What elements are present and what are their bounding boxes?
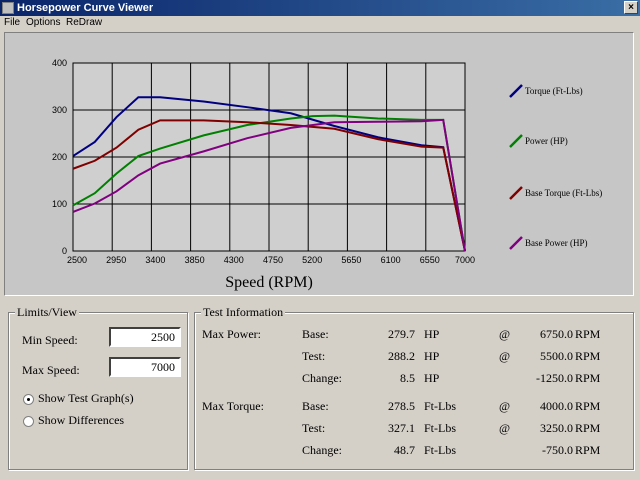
limits-view-title: Limits/View [15,305,79,320]
y-tick-label: 400 [52,58,67,68]
legend-swatch [509,186,523,200]
legend-swatch [509,84,523,98]
test-information-group: Test Information Max Power: Max Torque: … [194,305,634,470]
info-row-unit: Ft-Lbs [424,421,457,435]
max-speed-label: Max Speed: [22,363,80,377]
info-row-rpm-unit: RPM [575,399,601,413]
app-icon [2,2,14,14]
info-row-value: 288.2 [388,349,415,363]
info-row-rpm-unit: RPM [575,349,601,363]
window-title: Horsepower Curve Viewer [17,2,154,14]
close-button[interactable]: × [624,1,638,14]
info-row-rpm-unit: RPM [575,421,601,435]
max-torque-label: Max Torque: [202,399,264,413]
info-row-rpm: -1250.0 [536,371,573,385]
test-information-title: Test Information [201,305,286,320]
info-row-rpm-unit: RPM [575,327,601,341]
x-tick-label: 3850 [185,255,205,265]
info-row-value: 278.5 [388,399,415,413]
info-row-unit: Ft-Lbs [424,399,457,413]
legend-swatch [509,236,523,250]
info-row-unit: HP [424,327,440,341]
x-tick-label: 2950 [106,255,126,265]
y-tick-label: 100 [52,199,67,209]
x-tick-label: 5200 [302,255,322,265]
info-row-value: 8.5 [400,371,415,385]
show-test-label[interactable]: Show Test Graph(s) [38,391,134,406]
info-row-unit: HP [424,349,440,363]
info-row-label: Base: [302,327,329,341]
legend-entry: Torque (Ft-Lbs) [525,86,583,96]
x-tick-label: 7000 [455,255,475,265]
limits-view-group: Limits/View Min Speed: 2500 Max Speed: 7… [8,305,188,470]
menu-file[interactable]: File [4,16,20,30]
x-tick-label: 4300 [224,255,244,265]
x-tick-label: 6100 [381,255,401,265]
info-row-unit: HP [424,371,440,385]
menu-bar: File Options ReDraw [0,16,640,30]
graph-panel: 2500 2950 3400 3850 4300 4750 5200 5650 6100 6550… [4,32,634,296]
info-row-label: Test: [302,421,326,435]
info-row-rpm: 4000.0 [540,399,573,413]
info-row-value: 279.7 [388,327,415,341]
info-row-rpm: 6750.0 [540,327,573,341]
info-row-label: Change: [302,443,342,457]
x-tick-label: 5650 [341,255,361,265]
info-row-rpm: -750.0 [542,443,573,457]
legend-swatch [509,134,523,148]
x-tick-label: 6550 [420,255,440,265]
info-row-unit: Ft-Lbs [424,443,457,457]
min-speed-label: Min Speed: [22,333,78,347]
info-row-rpm: 5500.0 [540,349,573,363]
info-row-rpm-unit: RPM [575,371,601,385]
menu-redraw[interactable]: ReDraw [66,16,102,30]
info-row-label: Test: [302,349,326,363]
x-tick-label: 2500 [67,255,87,265]
x-axis-label: Speed (RPM) [225,274,313,291]
title-bar: Horsepower Curve Viewer × [0,0,640,16]
show-differences-label[interactable]: Show Differences [38,413,124,428]
max-power-label: Max Power: [202,327,261,341]
show-test-radio[interactable] [23,394,34,405]
info-row-label: Base: [302,399,329,413]
legend-entry: Base Power (HP) [525,238,588,248]
info-row-value: 48.7 [394,443,415,457]
y-tick-label: 200 [52,152,67,162]
min-speed-input[interactable]: 2500 [109,327,181,347]
x-tick-label: 4750 [263,255,283,265]
info-row-value: 327.1 [388,421,415,435]
info-row-rpm-unit: RPM [575,443,601,457]
menu-options[interactable]: Options [26,16,60,30]
show-differences-radio[interactable] [23,416,34,427]
y-tick-label: 300 [52,105,67,115]
info-row-rpm: 3250.0 [540,421,573,435]
info-row-label: Change: [302,371,342,385]
y-tick-label: 0 [62,246,67,256]
x-tick-label: 3400 [145,255,165,265]
max-speed-input[interactable]: 7000 [109,357,181,377]
legend-entry: Base Torque (Ft-Lbs) [525,188,602,198]
horsepower-chart: 2500 2950 3400 3850 4300 4750 5200 5650 6100 6550… [52,58,602,291]
legend-entry: Power (HP) [525,136,568,146]
